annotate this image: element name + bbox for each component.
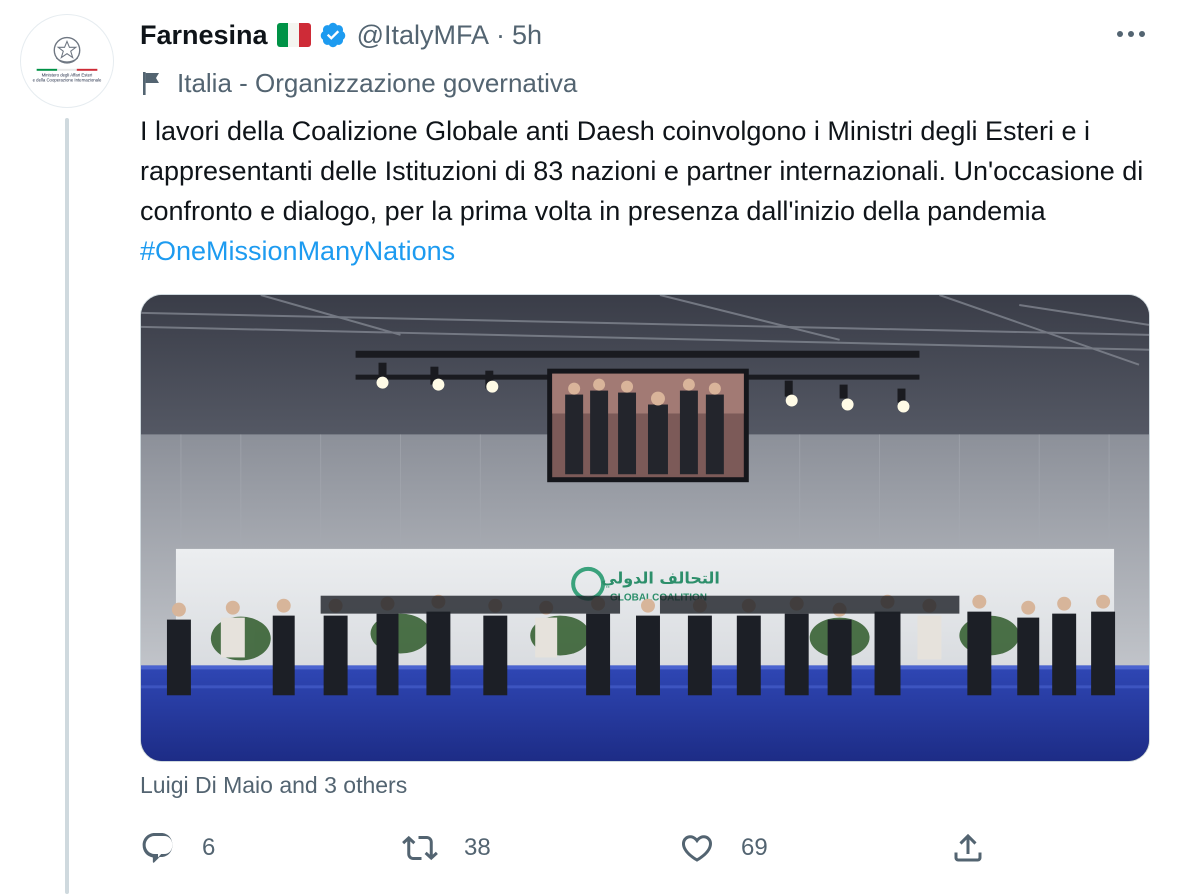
share-icon [954,833,982,862]
account-label: Italia - Organizzazione governativa [140,64,577,102]
italy-flag-emoji [276,23,311,47]
retweet-count: 38 [464,834,491,861]
author-name[interactable]: Farnesina [140,20,268,51]
banner-arabic-text: التحالف الدولي [601,569,720,589]
reply-button[interactable]: 6 [140,826,215,870]
tagged-users[interactable]: Luigi Di Maio and 3 others [140,772,407,799]
retweet-button[interactable]: 38 [402,826,491,870]
verified-badge-icon [320,22,345,48]
thread-line [65,118,69,894]
reply-count: 6 [202,834,216,861]
flag-label-icon [143,72,159,95]
like-icon [681,835,713,862]
separator-dot: · [496,19,505,50]
account-label-text: Italia - Organizzazione governativa [177,67,578,98]
share-button[interactable] [950,826,986,870]
like-count: 69 [741,834,768,861]
retweet-icon [402,835,438,861]
coalition-group-photo: التحالف الدولي GLOBALCOALITION [141,295,1149,761]
tweet-header: Farnesina @ItalyMFA · 5h [140,16,542,54]
farnesina-logo: Ministero degli Affari Esteri e della Co… [33,36,102,83]
like-button[interactable]: 69 [679,826,768,870]
more-icon[interactable] [1114,22,1148,46]
author-handle[interactable]: @ItalyMFA [357,20,489,51]
tweet-timestamp[interactable]: 5h [512,20,542,51]
tweet-body: I lavori della Coalizione Globale anti D… [140,116,1144,226]
avatar-caption-line2: e della Cooperazione Internazionale [33,78,102,83]
avatar[interactable]: Ministero degli Affari Esteri e della Co… [20,14,114,108]
hashtag-link[interactable]: #OneMissionManyNations [140,236,455,266]
tweet-actions: 6 38 69 [140,826,1150,870]
reply-icon [142,833,173,863]
tweet-photo[interactable]: التحالف الدولي GLOBALCOALITION [140,294,1150,762]
tweet-text: I lavori della Coalizione Globale anti D… [140,111,1150,271]
